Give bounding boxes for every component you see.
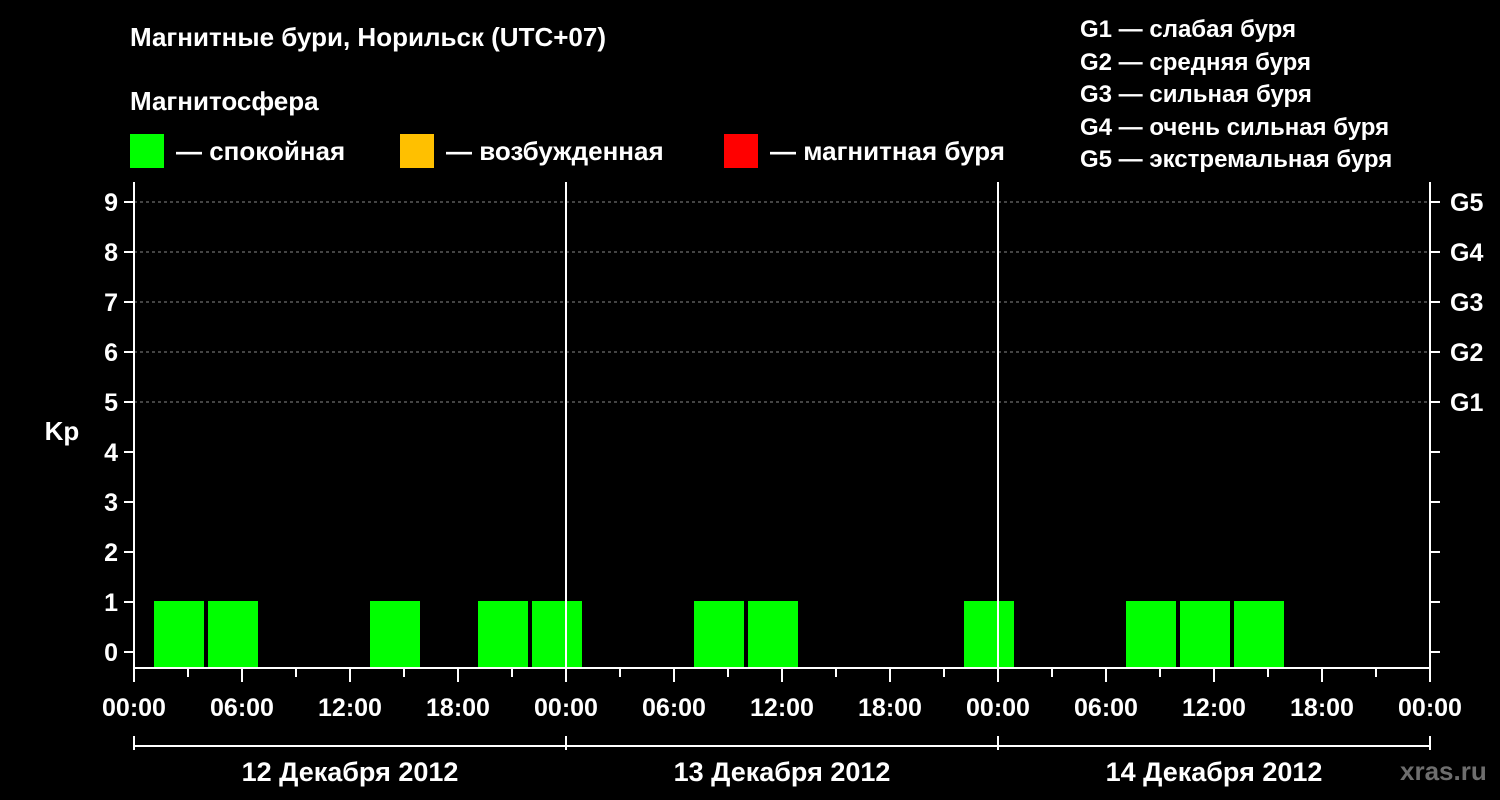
kp-bar-9: [1180, 601, 1230, 668]
kp-bar-4: [532, 601, 582, 668]
right-tick-label-G5: G5: [1450, 189, 1483, 217]
x-tick-label-9: 06:00: [1074, 694, 1138, 722]
kp-bar-7: [964, 601, 1014, 668]
kp-bar-3: [478, 601, 528, 668]
right-tick-label-G4: G4: [1450, 239, 1483, 267]
watermark: xras.ru: [1400, 756, 1487, 786]
x-tick-label-8: 00:00: [966, 694, 1030, 722]
y-axis-label: Kp: [45, 416, 80, 446]
right-tick-label-G1: G1: [1450, 389, 1483, 417]
x-tick-label-11: 18:00: [1290, 694, 1354, 722]
x-tick-label-6: 12:00: [750, 694, 814, 722]
x-tick-label-5: 06:00: [642, 694, 706, 722]
y-tick-label-7: 7: [104, 289, 118, 317]
y-tick-label-5: 5: [104, 389, 118, 417]
x-tick-label-12: 00:00: [1398, 694, 1462, 722]
y-tick-label-6: 6: [104, 339, 118, 367]
kp-bar-10: [1234, 601, 1284, 668]
x-tick-label-2: 12:00: [318, 694, 382, 722]
kp-bar-2: [370, 601, 420, 668]
x-tick-label-1: 06:00: [210, 694, 274, 722]
day-label-2: 14 Декабря 2012: [1106, 757, 1323, 787]
kp-bar-8: [1126, 601, 1176, 668]
x-tick-label-3: 18:00: [426, 694, 490, 722]
kp-bar-1: [208, 601, 258, 668]
y-tick-label-2: 2: [104, 539, 118, 567]
day-label-1: 13 Декабря 2012: [674, 757, 891, 787]
x-tick-label-4: 00:00: [534, 694, 598, 722]
kp-bar-0: [154, 601, 204, 668]
kp-bar-5: [694, 601, 744, 668]
y-tick-label-1: 1: [104, 589, 118, 617]
right-tick-label-G3: G3: [1450, 289, 1483, 317]
y-tick-label-9: 9: [104, 189, 118, 217]
y-tick-label-3: 3: [104, 489, 118, 517]
x-tick-label-0: 00:00: [102, 694, 166, 722]
y-tick-label-8: 8: [104, 239, 118, 267]
y-tick-label-0: 0: [104, 639, 118, 667]
right-tick-label-G2: G2: [1450, 339, 1483, 367]
x-tick-label-7: 18:00: [858, 694, 922, 722]
y-tick-label-4: 4: [104, 439, 118, 467]
day-label-0: 12 Декабря 2012: [242, 757, 459, 787]
x-tick-label-10: 12:00: [1182, 694, 1246, 722]
kp-chart: 0 1 2 3 4 5 6 7 8 9 G1 G2 G3 G4 G5 Kp 00:00 06:00 12:00 18:…: [45, 182, 1483, 787]
kp-bar-6: [748, 601, 798, 668]
